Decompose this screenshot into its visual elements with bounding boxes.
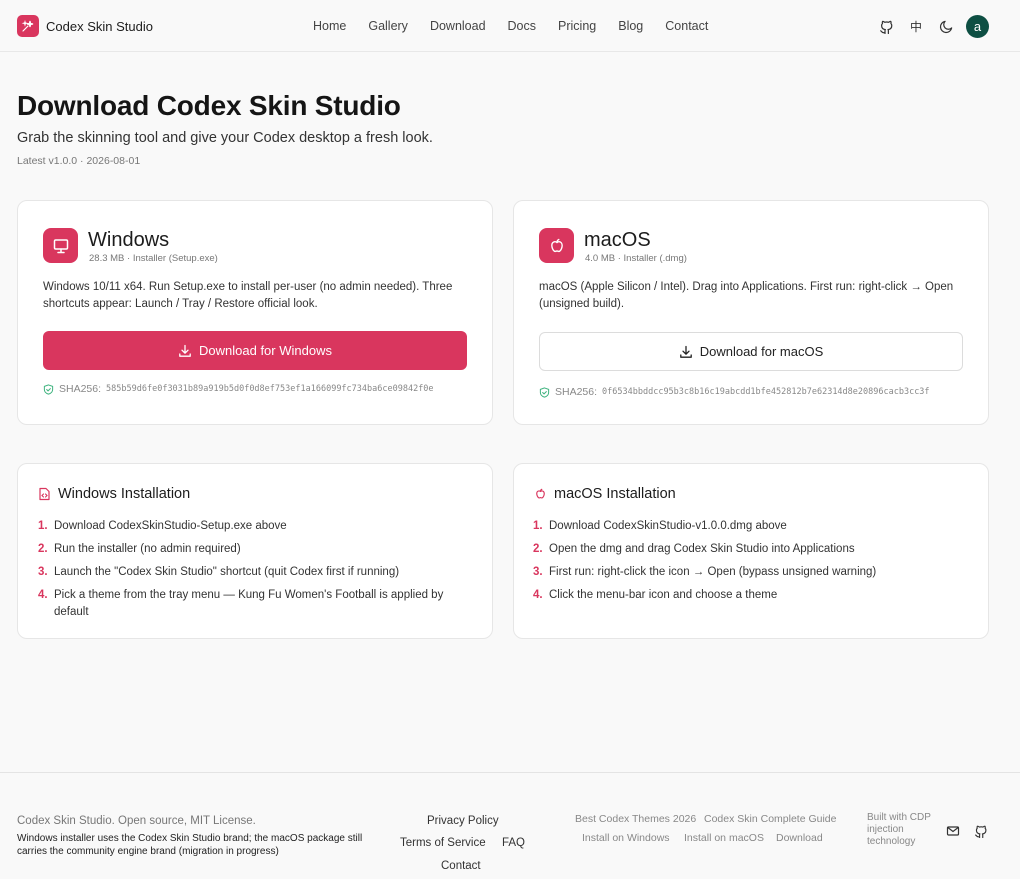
nav-contact[interactable]: Contact <box>665 19 708 33</box>
macos-description: macOS (Apple Silicon / Intel). Drag into… <box>539 281 954 310</box>
page-subtitle: Grab the skinning tool and give your Cod… <box>17 130 433 146</box>
footer-privacy-link[interactable]: Privacy Policy <box>427 815 499 827</box>
main-nav: Home Gallery Download Docs Pricing Blog … <box>313 19 730 33</box>
windows-title: Windows <box>88 229 170 251</box>
footer-contact-link[interactable]: Contact <box>441 860 481 872</box>
list-item: 1. Download CodexSkinStudio-v1.0.0.dmg ab… <box>533 520 787 532</box>
list-item: 4. Pick a theme from the tray menu — Kung… <box>38 589 444 618</box>
footer-install-windows-link[interactable]: Install on Windows <box>582 832 670 844</box>
download-macos-label: Download for macOS <box>699 344 824 359</box>
macos-install-title: macOS Installation <box>554 486 676 502</box>
list-item: 2. Run the installer (no admin required) <box>38 543 241 555</box>
footer-note: Windows installer uses the Codex Skin St… <box>17 833 363 857</box>
list-item: 1. Download CodexSkinStudio-Setup.exe abo… <box>38 520 287 532</box>
nav-blog[interactable]: Blog <box>618 19 643 33</box>
sha-value: 0f6534bbddcc95b3c8b16c19abcdd1bfe452812b… <box>602 387 930 397</box>
site-header: Codex Skin Studio Home Gallery Download … <box>0 0 1020 52</box>
moon-icon[interactable] <box>931 14 961 38</box>
list-item: 4. Click the menu-bar icon and choose a t… <box>533 589 778 601</box>
macos-download-card: macOS 4.0 MB · Installer (.dmg) macOS (A… <box>513 200 989 425</box>
footer-download-link[interactable]: Download <box>776 832 823 844</box>
list-item: 3. First run: right-click the icon → Open… <box>533 566 877 578</box>
windows-steps: 1. Download CodexSkinStudio-Setup.exe abo… <box>38 518 478 627</box>
nav-docs[interactable]: Docs <box>508 19 536 33</box>
macos-sha: SHA256: 0f6534bbddcc95b3c8b16c19abcdd1bf… <box>539 386 930 398</box>
list-item: 2. Open the dmg and drag Codex Skin Studi… <box>533 543 855 555</box>
footer-license: Codex Skin Studio. Open source, MIT Lice… <box>17 815 256 827</box>
footer-faq-link[interactable]: FAQ <box>502 837 525 849</box>
sha-label: SHA256: <box>555 386 598 398</box>
download-icon <box>179 344 191 357</box>
site-footer: Codex Skin Studio. Open source, MIT Lice… <box>0 772 1020 879</box>
brand-logo-icon <box>17 15 39 37</box>
brand-link[interactable]: Codex Skin Studio <box>17 15 153 37</box>
mail-icon[interactable] <box>945 823 961 839</box>
language-toggle[interactable]: 中 <box>901 14 931 38</box>
macos-install-card: macOS Installation 1. Download CodexSkinS… <box>513 463 989 639</box>
shield-check-icon <box>43 383 54 395</box>
nav-gallery[interactable]: Gallery <box>368 19 408 33</box>
footer-install-macos-link[interactable]: Install on macOS <box>684 832 764 844</box>
download-windows-button[interactable]: Download for Windows <box>43 331 467 370</box>
macos-title: macOS <box>584 229 651 251</box>
nav-home[interactable]: Home <box>313 19 346 33</box>
list-item: 3. Launch the "Codex Skin Studio" shortcu… <box>38 566 400 578</box>
windows-sha: SHA256: 585b59d6fe0f3031b89a919b5d0f0d8e… <box>43 383 434 395</box>
brand-name: Codex Skin Studio <box>46 18 153 34</box>
apple-icon <box>539 228 574 263</box>
footer-guide-link[interactable]: Codex Skin Complete Guide <box>704 813 837 825</box>
windows-install-title: Windows Installation <box>58 486 191 502</box>
apple-icon <box>536 488 545 499</box>
footer-best-themes-link[interactable]: Best Codex Themes 2026 <box>575 813 696 825</box>
footer-built-with: Built with CDP injection technology <box>867 812 931 847</box>
windows-meta: 28.3 MB · Installer (Setup.exe) <box>89 253 218 264</box>
page-title: Download Codex Skin Studio <box>17 90 401 121</box>
windows-download-card: Windows 28.3 MB · Installer (Setup.exe) … <box>17 200 493 425</box>
sha-label: SHA256: <box>59 383 102 395</box>
download-windows-label: Download for Windows <box>199 343 332 358</box>
download-icon <box>679 345 692 358</box>
shield-check-icon <box>539 386 550 398</box>
footer-terms-link[interactable]: Terms of Service <box>400 837 486 849</box>
github-icon[interactable] <box>871 14 901 38</box>
monitor-icon <box>43 228 78 263</box>
macos-meta: 4.0 MB · Installer (.dmg) <box>585 253 687 264</box>
latest-version: Latest v1.0.0 · 2026-08-01 <box>17 155 141 167</box>
windows-description: Windows 10/11 x64. Run Setup.exe to inst… <box>43 281 453 310</box>
github-icon[interactable] <box>973 823 989 839</box>
download-macos-button[interactable]: Download for macOS <box>539 332 963 371</box>
user-avatar[interactable]: a <box>966 14 989 38</box>
windows-install-card: Windows Installation 1. Download CodexSki… <box>17 463 493 639</box>
nav-pricing[interactable]: Pricing <box>558 19 596 33</box>
macos-steps: 1. Download CodexSkinStudio-v1.0.0.dmg ab… <box>533 518 973 610</box>
nav-download[interactable]: Download <box>430 19 486 33</box>
sha-value: 585b59d6fe0f3031b89a919b5d0f0d8ef753ef1a… <box>106 384 434 394</box>
file-code-icon <box>39 487 50 501</box>
